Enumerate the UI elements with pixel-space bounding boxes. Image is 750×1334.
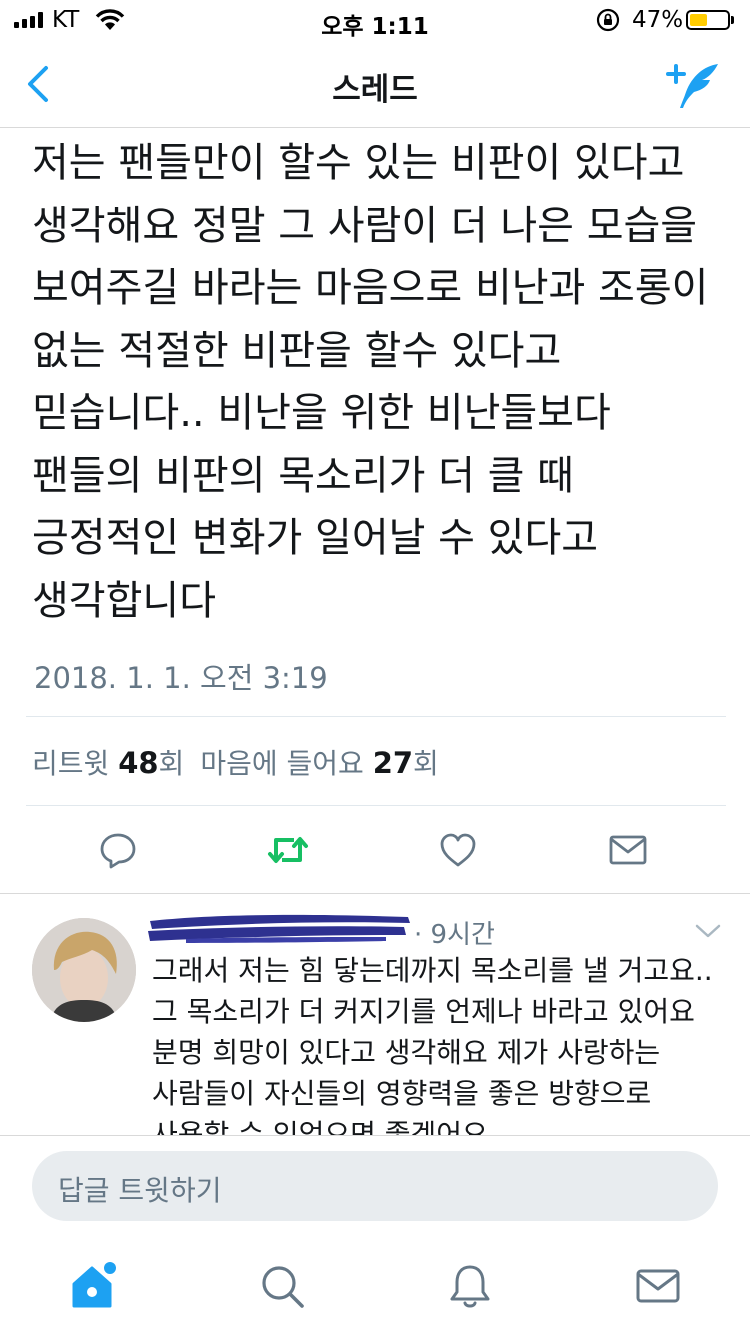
tab-home[interactable] [66,1258,122,1314]
heart-icon [440,833,476,867]
avatar[interactable] [32,918,136,1022]
home-icon [72,1262,116,1308]
like-stat[interactable]: 마음에 들어요 27회 [200,742,439,782]
retweet-button[interactable] [266,828,310,872]
tab-search[interactable] [254,1258,310,1314]
reply-button[interactable] [96,828,140,872]
retweet-unit: 회 [158,747,185,780]
retweet-stat[interactable]: 리트윗 48회 [32,742,184,782]
rotation-lock-icon [596,8,620,32]
reply-timestamp: · 9시간 [414,920,495,950]
nav-bar: 스레드 [0,40,750,128]
battery-nub [731,16,734,24]
reply-input-placeholder: 답글 트윗하기 [58,1174,222,1207]
redacted-username [148,914,410,943]
divider [26,805,726,806]
retweet-count: 48 [118,746,159,780]
messages-icon [636,1269,680,1303]
reply-text: 그래서 저는 힘 닿는데까지 목소리를 낼 거고요.. 그 목소리가 더 커지기… [152,954,713,1136]
battery-icon [686,10,730,30]
like-unit: 회 [413,747,439,780]
retweet-label: 리트윗 [32,747,110,780]
section-divider [0,893,750,894]
tweet-text: 저는 팬들만이 할수 있는 비판이 있다고 생각해요 정말 그 사람이 더 나은… [32,140,709,624]
avatar-image [32,918,136,1022]
compose-tweet-button[interactable] [664,58,724,114]
tab-bar [0,1240,750,1334]
envelope-icon [609,835,647,865]
tweet-timestamp: 2018. 1. 1. 오전 3:19 [34,661,328,695]
tweet-stats: 리트윗 48회 마음에 들어요 27회 [32,742,439,782]
tweet-actions [0,820,750,880]
battery-percentage: 47% [632,7,684,33]
search-icon [262,1266,304,1308]
divider [0,1135,750,1136]
like-label: 마음에 들어요 [200,747,364,780]
like-button[interactable] [436,828,480,872]
page-title: 스레드 [332,72,418,108]
status-bar: KT 오후 1:11 47% [0,0,750,40]
reply-menu-button[interactable] [694,922,722,944]
like-count: 27 [372,746,414,780]
tab-notifications[interactable] [442,1258,498,1314]
tab-messages[interactable] [630,1258,686,1314]
retweet-icon [268,837,308,863]
share-button[interactable] [606,828,650,872]
chevron-down-icon [695,924,721,938]
reply-input[interactable]: 답글 트윗하기 [32,1151,718,1221]
reply-icon [100,833,136,869]
compose-tweet-icon [666,64,718,108]
divider [26,716,726,717]
notifications-icon [450,1265,490,1308]
